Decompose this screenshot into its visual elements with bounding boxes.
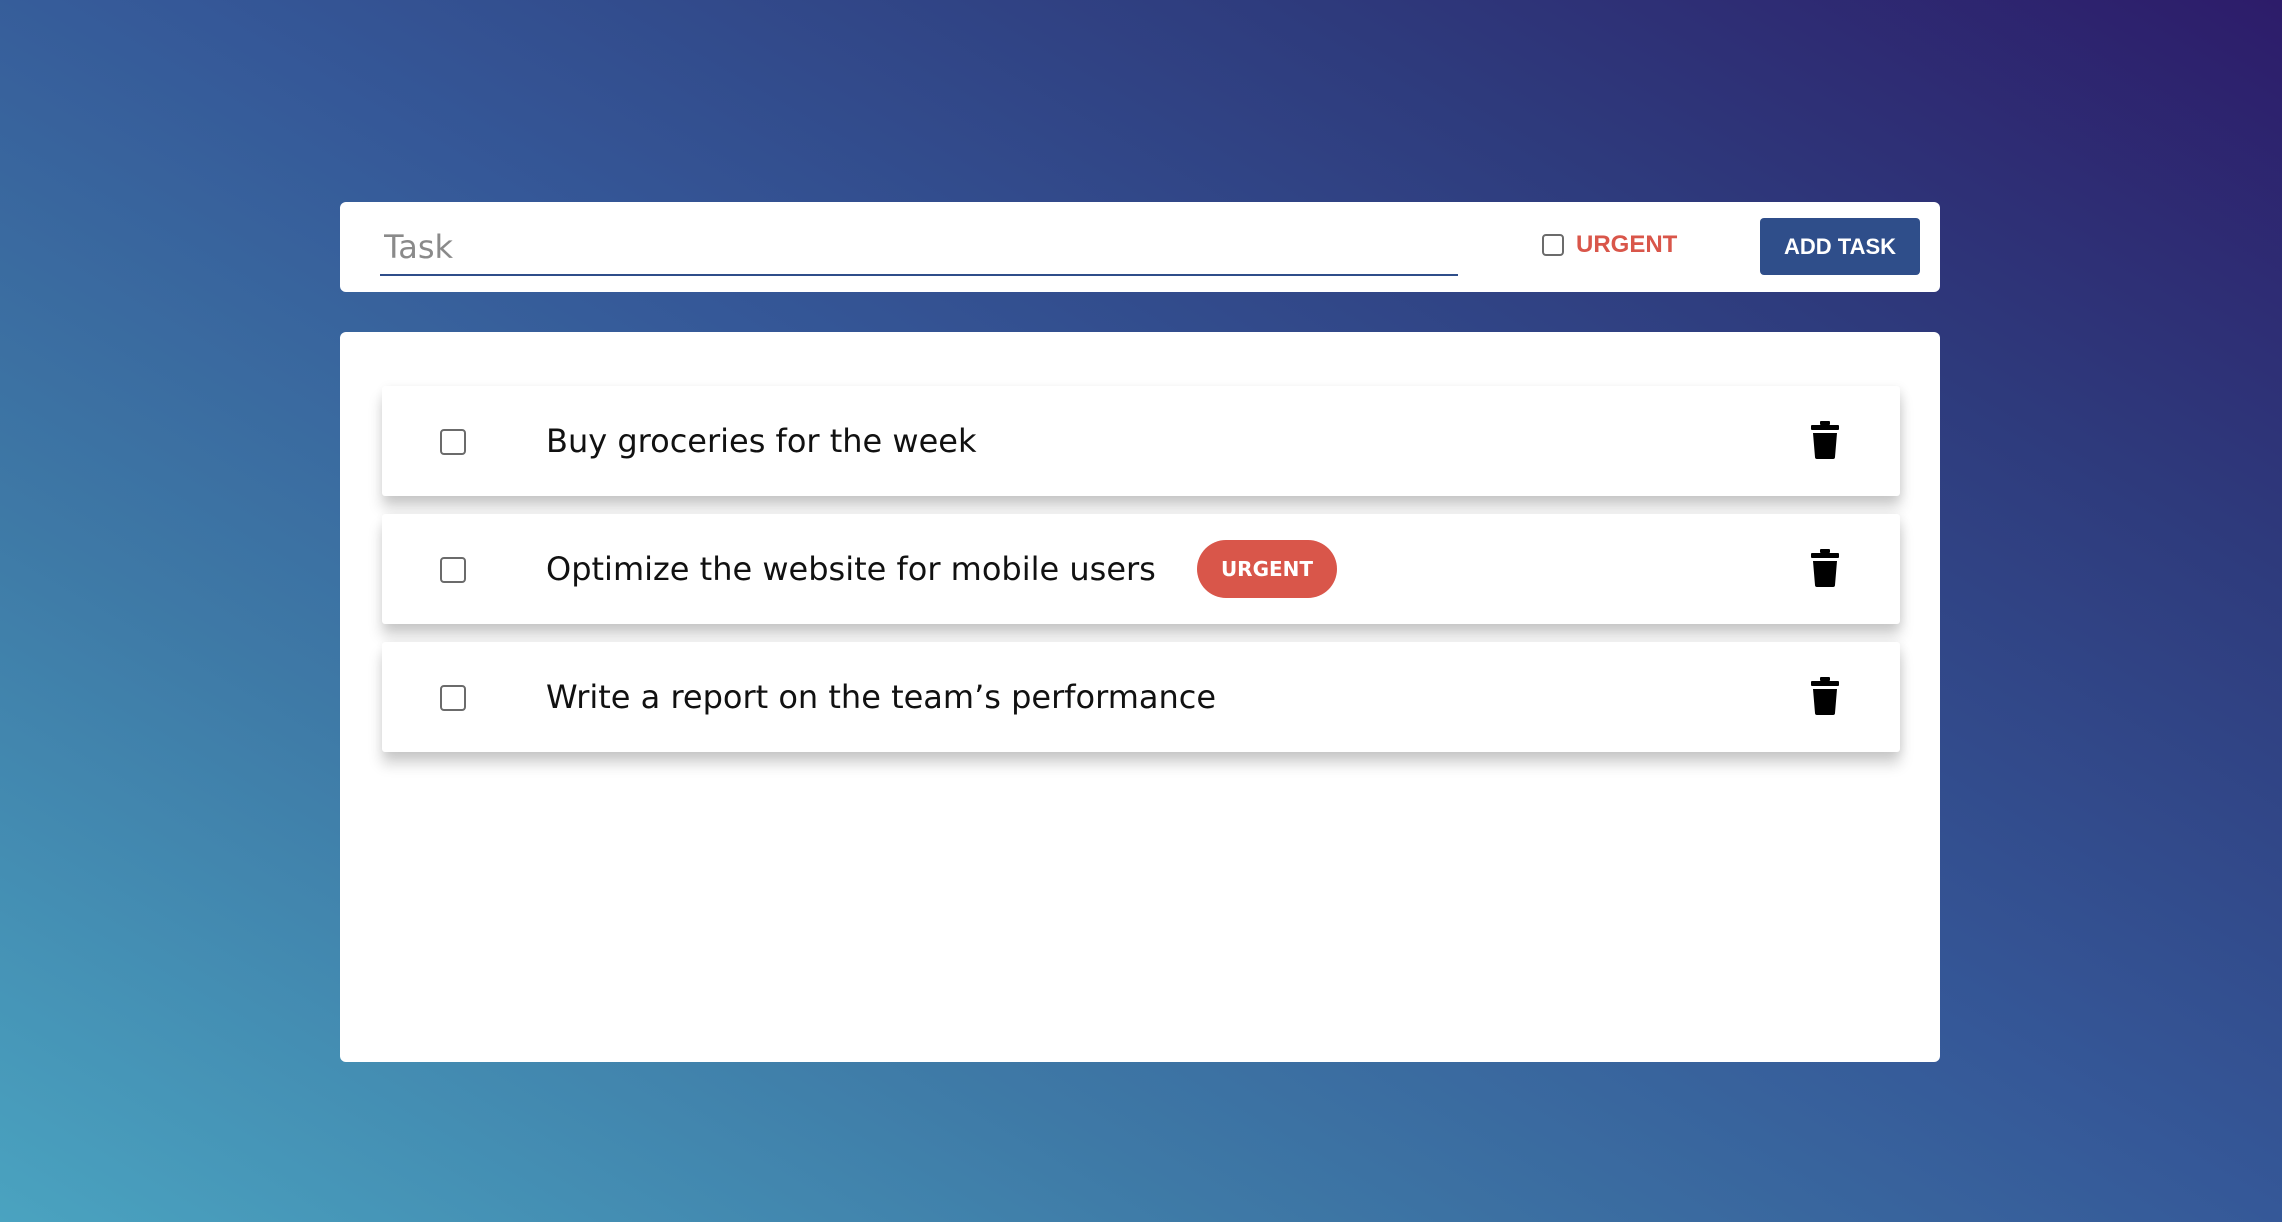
task-text: Buy groceries for the week [546, 422, 977, 460]
task-checkbox[interactable] [440, 429, 466, 455]
trash-icon[interactable] [1810, 677, 1840, 715]
task-checkbox[interactable] [440, 685, 466, 711]
task-row: Write a report on the team’s performance [382, 642, 1900, 752]
task-row: Buy groceries for the week [382, 386, 1900, 496]
add-task-button[interactable]: ADD TASK [1760, 218, 1920, 275]
urgent-toggle[interactable]: URGENT [1542, 231, 1677, 259]
trash-icon[interactable] [1810, 549, 1840, 587]
add-task-bar: URGENT ADD TASK [340, 202, 1940, 292]
urgent-label: URGENT [1576, 231, 1678, 258]
task-input[interactable] [380, 220, 1458, 276]
task-text: Optimize the website for mobile users [546, 550, 1156, 588]
task-checkbox[interactable] [440, 557, 466, 583]
task-text: Write a report on the team’s performance [546, 678, 1217, 716]
task-row: Optimize the website for mobile users UR… [382, 514, 1900, 624]
urgent-checkbox[interactable] [1542, 234, 1564, 256]
trash-icon[interactable] [1810, 421, 1840, 459]
urgent-badge: URGENT [1197, 540, 1337, 598]
task-list: Buy groceries for the week Optimize the … [340, 332, 1940, 1062]
